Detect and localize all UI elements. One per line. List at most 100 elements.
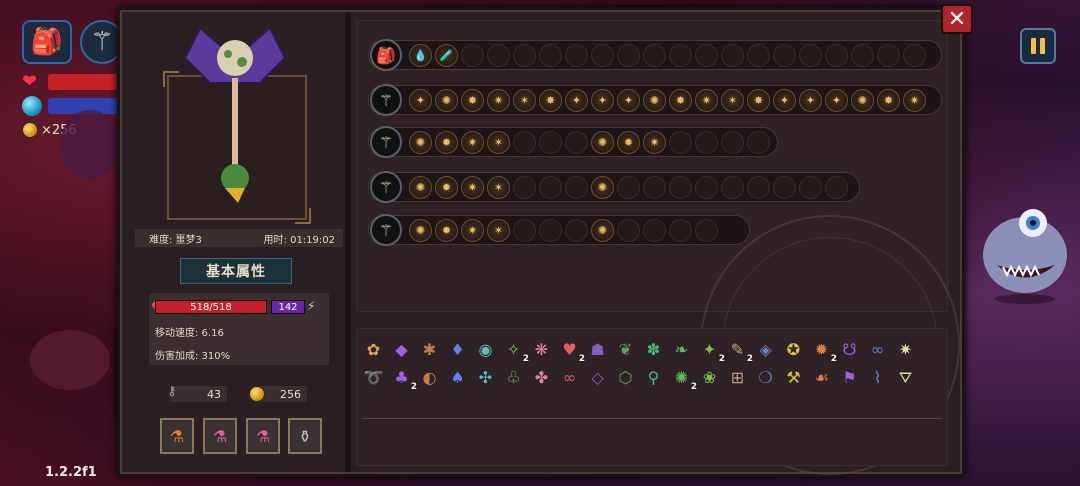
spell-slot[interactable]: ✶ (487, 130, 510, 154)
empty-spell-slot[interactable] (565, 43, 588, 67)
relic-item[interactable]: ⬡ (614, 366, 637, 389)
relic-item[interactable]: ⊞ (726, 366, 749, 389)
empty-spell-slot[interactable] (721, 43, 744, 67)
empty-spell-slot[interactable] (513, 130, 536, 154)
spell-slot[interactable]: ✸ (747, 88, 770, 112)
relic-item[interactable]: ♥ 2 (558, 338, 585, 364)
relic-item[interactable]: ✹ 2 (810, 338, 837, 364)
relic-item[interactable]: ✧ 2 (502, 338, 529, 364)
empty-spell-slot[interactable] (565, 130, 588, 154)
relic-item[interactable]: ☗ (586, 338, 609, 361)
spell-slot[interactable]: ✺ (409, 130, 432, 154)
spell-slot[interactable]: 💧 (409, 43, 432, 67)
spell-slot[interactable]: ✷ (461, 130, 484, 154)
spell-slot[interactable]: ✺ (591, 175, 614, 199)
empty-spell-slot[interactable] (669, 218, 692, 242)
empty-spell-slot[interactable] (565, 175, 588, 199)
relic-item[interactable]: ❍ (754, 366, 777, 389)
spell-slot[interactable]: ✹ (435, 218, 458, 242)
empty-spell-slot[interactable] (669, 175, 692, 199)
potion-slot[interactable]: ⚱ (288, 418, 322, 454)
spell-slot[interactable]: ✦ (617, 88, 640, 112)
spell-slot[interactable]: ✺ (851, 88, 874, 112)
empty-spell-slot[interactable] (695, 175, 718, 199)
relic-item[interactable]: ✦ 2 (698, 338, 725, 364)
empty-spell-slot[interactable] (747, 130, 770, 154)
relic-item[interactable]: ❀ (698, 366, 721, 389)
empty-spell-slot[interactable] (643, 43, 666, 67)
potion-slot[interactable]: ⚗ (203, 418, 237, 454)
spell-slot[interactable]: 🧪 (435, 43, 458, 67)
relic-item[interactable]: ∞ (558, 366, 581, 389)
spell-slot[interactable]: ✷ (643, 130, 666, 154)
empty-spell-slot[interactable] (721, 130, 744, 154)
backpack-slot[interactable]: 🎒 (370, 39, 402, 71)
spell-slot[interactable]: ✷ (461, 218, 484, 242)
relic-item[interactable]: ✺ 2 (670, 366, 697, 392)
spell-slot[interactable]: ✹ (617, 130, 640, 154)
empty-spell-slot[interactable] (799, 43, 822, 67)
spell-slot[interactable]: ✷ (487, 88, 510, 112)
empty-spell-slot[interactable] (825, 175, 848, 199)
spell-slot[interactable]: ✶ (513, 88, 536, 112)
empty-spell-slot[interactable] (747, 175, 770, 199)
relic-item[interactable]: ✽ (642, 338, 665, 361)
spell-slot[interactable]: ✸ (539, 88, 562, 112)
wand-4-slot[interactable]: ⚚ (370, 214, 402, 246)
spell-slot[interactable]: ✺ (409, 175, 432, 199)
spell-slot[interactable]: ✹ (435, 175, 458, 199)
wand-2-slot[interactable]: ⚚ (370, 126, 402, 158)
relic-item[interactable]: ⛛ (894, 366, 917, 389)
empty-spell-slot[interactable] (695, 130, 718, 154)
wand-1-slot[interactable]: ⚚ (370, 84, 402, 116)
relic-item[interactable]: ♧ (502, 366, 525, 389)
empty-spell-slot[interactable] (721, 175, 744, 199)
spell-slot[interactable]: ✷ (695, 88, 718, 112)
empty-spell-slot[interactable] (461, 43, 484, 67)
spell-slot[interactable]: ✦ (565, 88, 588, 112)
spell-slot[interactable]: ✦ (773, 88, 796, 112)
close-button[interactable]: ✕ (941, 4, 973, 34)
spell-slot[interactable]: ✶ (721, 88, 744, 112)
relic-item[interactable]: ❦ (614, 338, 637, 361)
empty-spell-slot[interactable] (539, 130, 562, 154)
relic-item[interactable]: ✿ (362, 338, 385, 361)
empty-spell-slot[interactable] (903, 43, 926, 67)
relic-item[interactable]: ◈ (754, 338, 777, 361)
relic-item[interactable]: ❋ (530, 338, 553, 361)
empty-spell-slot[interactable] (669, 43, 692, 67)
relic-item[interactable]: ☙ (810, 366, 833, 389)
empty-spell-slot[interactable] (695, 218, 718, 242)
empty-spell-slot[interactable] (773, 175, 796, 199)
relic-item[interactable]: ⚑ (838, 366, 861, 389)
empty-spell-slot[interactable] (825, 43, 848, 67)
empty-spell-slot[interactable] (695, 43, 718, 67)
potion-slot[interactable]: ⚗ (160, 418, 194, 454)
empty-spell-slot[interactable] (565, 218, 588, 242)
spell-slot[interactable]: ✺ (591, 130, 614, 154)
relic-item[interactable]: ☋ (838, 338, 861, 361)
relic-item[interactable]: ✪ (782, 338, 805, 361)
empty-spell-slot[interactable] (617, 218, 640, 242)
spell-slot[interactable]: ✦ (409, 88, 432, 112)
spell-slot[interactable]: ✺ (409, 218, 432, 242)
empty-spell-slot[interactable] (539, 43, 562, 67)
spell-slot[interactable]: ✦ (799, 88, 822, 112)
spell-slot[interactable]: ✹ (435, 130, 458, 154)
spell-slot[interactable]: ✺ (591, 218, 614, 242)
relic-item[interactable]: ⚒ (782, 366, 805, 389)
empty-spell-slot[interactable] (539, 175, 562, 199)
spell-slot[interactable]: ✦ (591, 88, 614, 112)
empty-spell-slot[interactable] (643, 218, 666, 242)
spell-slot[interactable]: ✶ (487, 218, 510, 242)
empty-spell-slot[interactable] (513, 218, 536, 242)
empty-spell-slot[interactable] (591, 43, 614, 67)
empty-spell-slot[interactable] (617, 175, 640, 199)
empty-spell-slot[interactable] (513, 43, 536, 67)
spell-slot[interactable]: ✷ (903, 88, 926, 112)
spell-slot[interactable]: ✹ (461, 88, 484, 112)
relic-item[interactable]: ✎ 2 (726, 338, 753, 364)
spell-slot[interactable]: ✺ (435, 88, 458, 112)
basic-attributes-tab[interactable]: 基本属性 (180, 258, 292, 284)
spell-slot[interactable]: ✷ (461, 175, 484, 199)
